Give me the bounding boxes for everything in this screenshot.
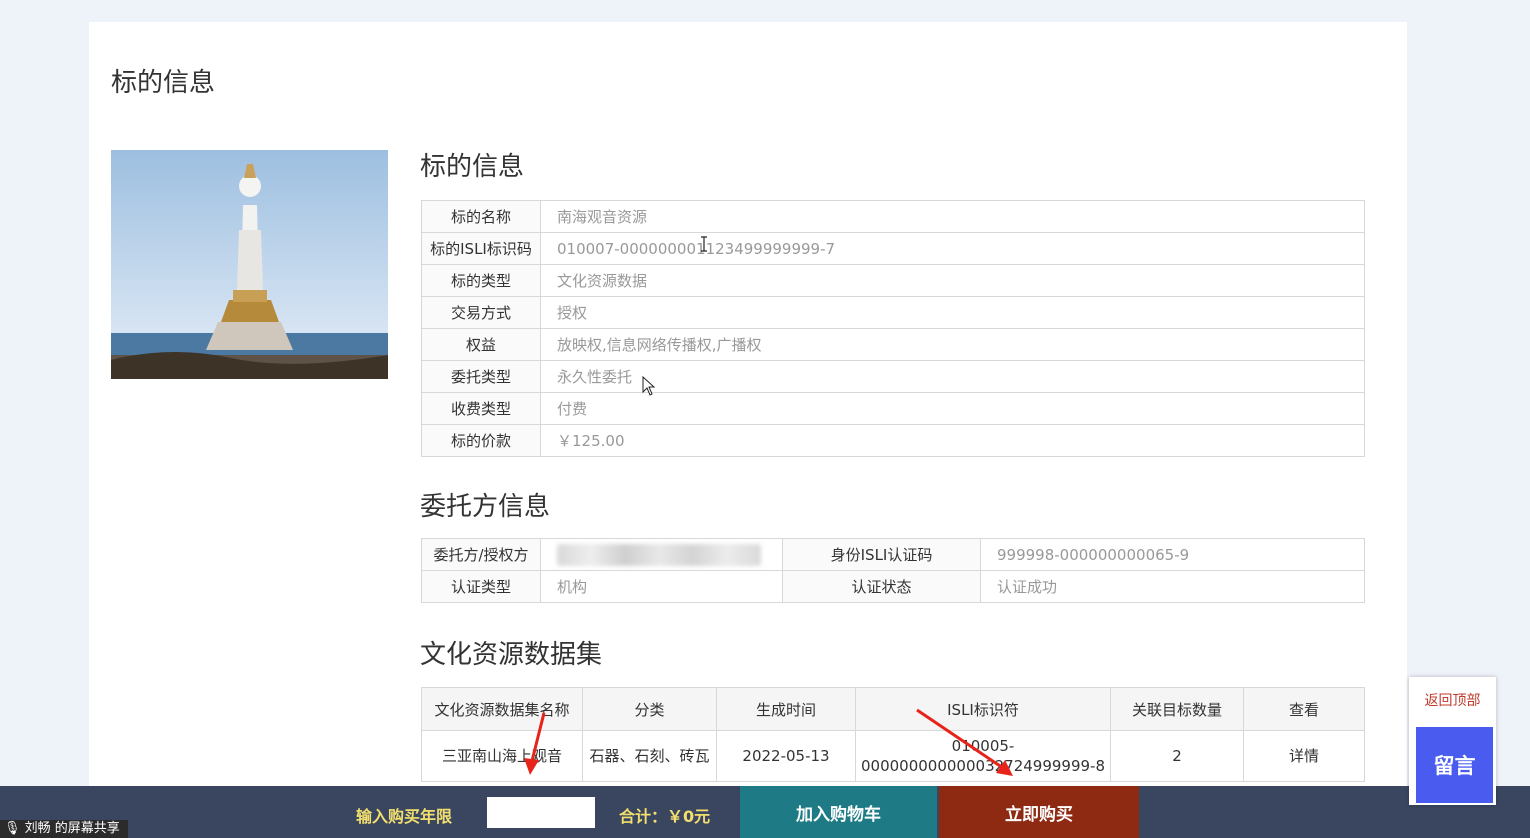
microphone-icon: 🎙: [4, 821, 21, 836]
entrust-info-table: 委托方/授权方 身份ISLI认证码 999998-000000000065-9 …: [421, 538, 1365, 603]
fee-type-label: 收费类型: [421, 392, 541, 425]
years-label: 输入购买年限: [356, 807, 453, 826]
trade-mode-value: 授权: [540, 296, 1365, 329]
total-amount: 合计：￥0元: [619, 807, 711, 826]
add-to-cart-button[interactable]: 加入购物车: [740, 786, 937, 838]
years-input[interactable]: [487, 797, 595, 828]
asset-info-heading: 标的信息: [420, 152, 525, 182]
mouse-pointer-icon: [642, 376, 656, 396]
cert-status-value: 认证成功: [980, 570, 1365, 603]
table-row: 认证类型 机构 认证状态 认证成功: [421, 570, 1365, 603]
asset-name-label: 标的名称: [421, 200, 541, 233]
table-row: 委托类型 永久性委托: [421, 360, 1365, 393]
asset-info-table: 标的名称 南海观音资源 标的ISLI标识码 010007-00000000112…: [421, 200, 1365, 457]
table-row: 收费类型 付费: [421, 392, 1365, 425]
asset-type-value: 文化资源数据: [540, 264, 1365, 297]
guanyin-statue-image: [111, 150, 388, 379]
cert-type-value: 机构: [540, 570, 783, 603]
text-cursor-icon: [701, 236, 707, 252]
price-label: 标的价款: [421, 424, 541, 457]
back-to-top-button[interactable]: 返回顶部: [1409, 690, 1496, 710]
buy-now-button[interactable]: 立即购买: [939, 786, 1139, 838]
party-value-redacted: [540, 538, 783, 571]
asset-type-label: 标的类型: [421, 264, 541, 297]
table-row: 标的类型 文化资源数据: [421, 264, 1365, 297]
cert-type-label: 认证类型: [421, 570, 541, 603]
table-row: 三亚南山海上观音 石器、石刻、砖瓦 2022-05-13 010005- 000…: [421, 730, 1365, 782]
col-header-count: 关联目标数量: [1110, 687, 1244, 731]
table-row: 权益 放映权,信息网络传播权,广播权: [421, 328, 1365, 361]
col-header-isli: ISLI标识符: [855, 687, 1111, 731]
rights-label: 权益: [421, 328, 541, 361]
dataset-created: 2022-05-13: [716, 730, 856, 782]
table-header-row: 文化资源数据集名称 分类 生成时间 ISLI标识符 关联目标数量 查看: [421, 687, 1365, 731]
screen-share-badge: 🎙 刘畅 的屏幕共享: [0, 820, 128, 838]
purchase-bar: 输入购买年限 合计：￥0元 加入购物车 立即购买: [0, 786, 1530, 838]
dataset-name: 三亚南山海上观音: [421, 730, 583, 782]
message-button[interactable]: 留言: [1416, 727, 1493, 803]
table-row: 标的名称 南海观音资源: [421, 200, 1365, 233]
fee-type-value: 付费: [540, 392, 1365, 425]
col-header-created: 生成时间: [716, 687, 856, 731]
dataset-detail-link[interactable]: 详情: [1243, 730, 1365, 782]
dataset-isli: 010005- 000000000000032724999999-8: [855, 730, 1111, 782]
dataset-category: 石器、石刻、砖瓦: [582, 730, 717, 782]
asset-isli-value: 010007-000000001123499999999-7: [540, 232, 1365, 265]
dataset-count: 2: [1110, 730, 1244, 782]
asset-isli-label: 标的ISLI标识码: [421, 232, 541, 265]
table-row: 交易方式 授权: [421, 296, 1365, 329]
page-title: 标的信息: [111, 68, 216, 98]
entrust-type-value: 永久性委托: [540, 360, 1365, 393]
trade-mode-label: 交易方式: [421, 296, 541, 329]
entrust-info-heading: 委托方信息: [420, 492, 551, 522]
asset-name-value: 南海观音资源: [540, 200, 1365, 233]
dataset-isli-line1: 010005-: [951, 737, 1015, 755]
table-row: 标的ISLI标识码 010007-000000001123499999999-7: [421, 232, 1365, 265]
side-widget: 返回顶部 留言: [1409, 677, 1496, 805]
cert-status-label: 认证状态: [782, 570, 981, 603]
table-row: 委托方/授权方 身份ISLI认证码 999998-000000000065-9: [421, 538, 1365, 571]
dataset-isli-line2: 000000000000032724999999-8: [861, 757, 1105, 775]
screen-share-label: 刘畅 的屏幕共享: [24, 821, 120, 836]
redacted-block: [557, 543, 761, 566]
col-header-view: 查看: [1243, 687, 1365, 731]
col-header-category: 分类: [582, 687, 717, 731]
party-label: 委托方/授权方: [421, 538, 541, 571]
isli-cert-label: 身份ISLI认证码: [782, 538, 981, 571]
dataset-table: 文化资源数据集名称 分类 生成时间 ISLI标识符 关联目标数量 查看 三亚南山…: [421, 687, 1365, 782]
col-header-name: 文化资源数据集名称: [421, 687, 583, 731]
table-row: 标的价款 ￥125.00: [421, 424, 1365, 457]
price-value: ￥125.00: [540, 424, 1365, 457]
rights-value: 放映权,信息网络传播权,广播权: [540, 328, 1365, 361]
isli-cert-value: 999998-000000000065-9: [980, 538, 1365, 571]
dataset-heading: 文化资源数据集: [420, 640, 603, 670]
entrust-type-label: 委托类型: [421, 360, 541, 393]
